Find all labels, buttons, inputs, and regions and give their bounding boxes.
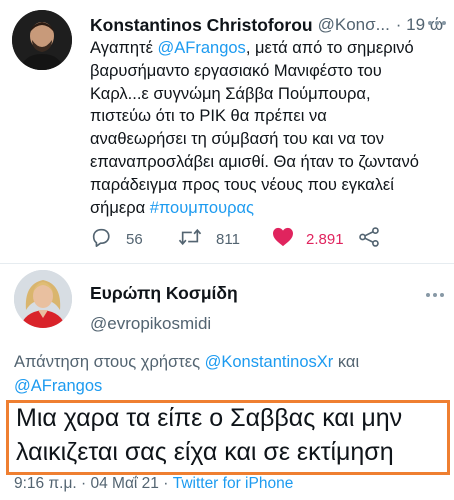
more-horizontal-icon[interactable]	[426, 14, 448, 32]
mention-link[interactable]: @KonstantinosXr	[205, 353, 334, 371]
tweet-konstantinos[interactable]: Konstantinos Christoforou @Konσ... · 19 …	[0, 0, 454, 262]
tweet-text: Μια χαρα τα είπε ο Σαββας και μην λαικιζ…	[16, 401, 446, 469]
reply-icon	[90, 226, 126, 252]
mention-link[interactable]: @AFrangos	[158, 39, 246, 57]
tweet-text: Αγαπητέ @AFrangos, μετά από το σημερινό …	[90, 37, 450, 219]
tweet-text-line: Καρλ...ε συγνώμη Σάββα Πούμπουρα,	[90, 84, 371, 103]
tweet-text-line: παράδειγμα προς τους νέους που εγκαλεί	[90, 175, 394, 194]
author-name[interactable]: Ευρώπη Κοσμίδη	[90, 283, 238, 304]
tweet-text-line: σήμερα #πουμπουρας	[90, 198, 254, 217]
share-button[interactable]	[358, 227, 394, 251]
author-name[interactable]: Konstantinos Christoforou	[90, 15, 313, 36]
tweet-actions: 56 811 2.891	[90, 227, 390, 251]
author-handle[interactable]: @evropikosmidi	[90, 314, 211, 334]
retweet-button[interactable]: 811	[178, 227, 240, 251]
mention-link[interactable]: @AFrangos	[14, 377, 102, 395]
more-horizontal-icon[interactable]	[424, 286, 446, 304]
tweet-meta: 9:16 π.μ. · 04 Μαΐ 21 · Twitter for iPho…	[14, 475, 294, 492]
tweet-divider	[0, 263, 454, 264]
tweet-text-line: Αγαπητέ @AFrangos, μετά από το σημερινό	[90, 39, 414, 57]
avatar[interactable]	[14, 270, 72, 328]
tweet-date[interactable]: 04 Μαΐ 21	[91, 475, 159, 492]
hashtag-link[interactable]: #πουμπουρας	[150, 199, 254, 217]
replying-to: Απάντηση στους χρήστες @KonstantinosXr κ…	[14, 353, 360, 395]
avatar[interactable]	[12, 10, 72, 70]
retweet-icon	[178, 226, 216, 252]
tweet-text-line: επαναπροσλάβει αμισθί. Θα ήταν το ζωνταν…	[90, 152, 419, 171]
tweet-text-line: βαρυσήμαντο εργασιακό Μανιφέστο του	[90, 61, 382, 80]
tweet-text-line: λαικιζεται σας είχα και σε εκτίμηση	[16, 438, 394, 466]
like-count: 2.891	[306, 230, 344, 248]
reply-button[interactable]: 56	[90, 227, 143, 251]
retweet-count: 811	[216, 230, 240, 248]
tweet-text-line: πιστεύω ότι το ΡΙΚ θα πρέπει να	[90, 107, 327, 126]
tweet-text-line: Μια χαρα τα είπε ο Σαββας και μην	[16, 404, 403, 432]
tweet-text-line: αναθεωρήσει τη σύμβασή του και να τον	[90, 130, 385, 149]
author-handle[interactable]: @Konσ...	[318, 15, 390, 35]
reply-count: 56	[126, 230, 143, 248]
tweet-header: Konstantinos Christoforou @Konσ... · 19 …	[90, 12, 446, 38]
tweet-source[interactable]: Twitter for iPhone	[173, 475, 294, 492]
tweet-time[interactable]: 9:16 π.μ.	[14, 475, 77, 492]
share-icon	[358, 226, 394, 252]
like-button[interactable]: 2.891	[272, 227, 344, 251]
heart-icon	[272, 227, 306, 251]
